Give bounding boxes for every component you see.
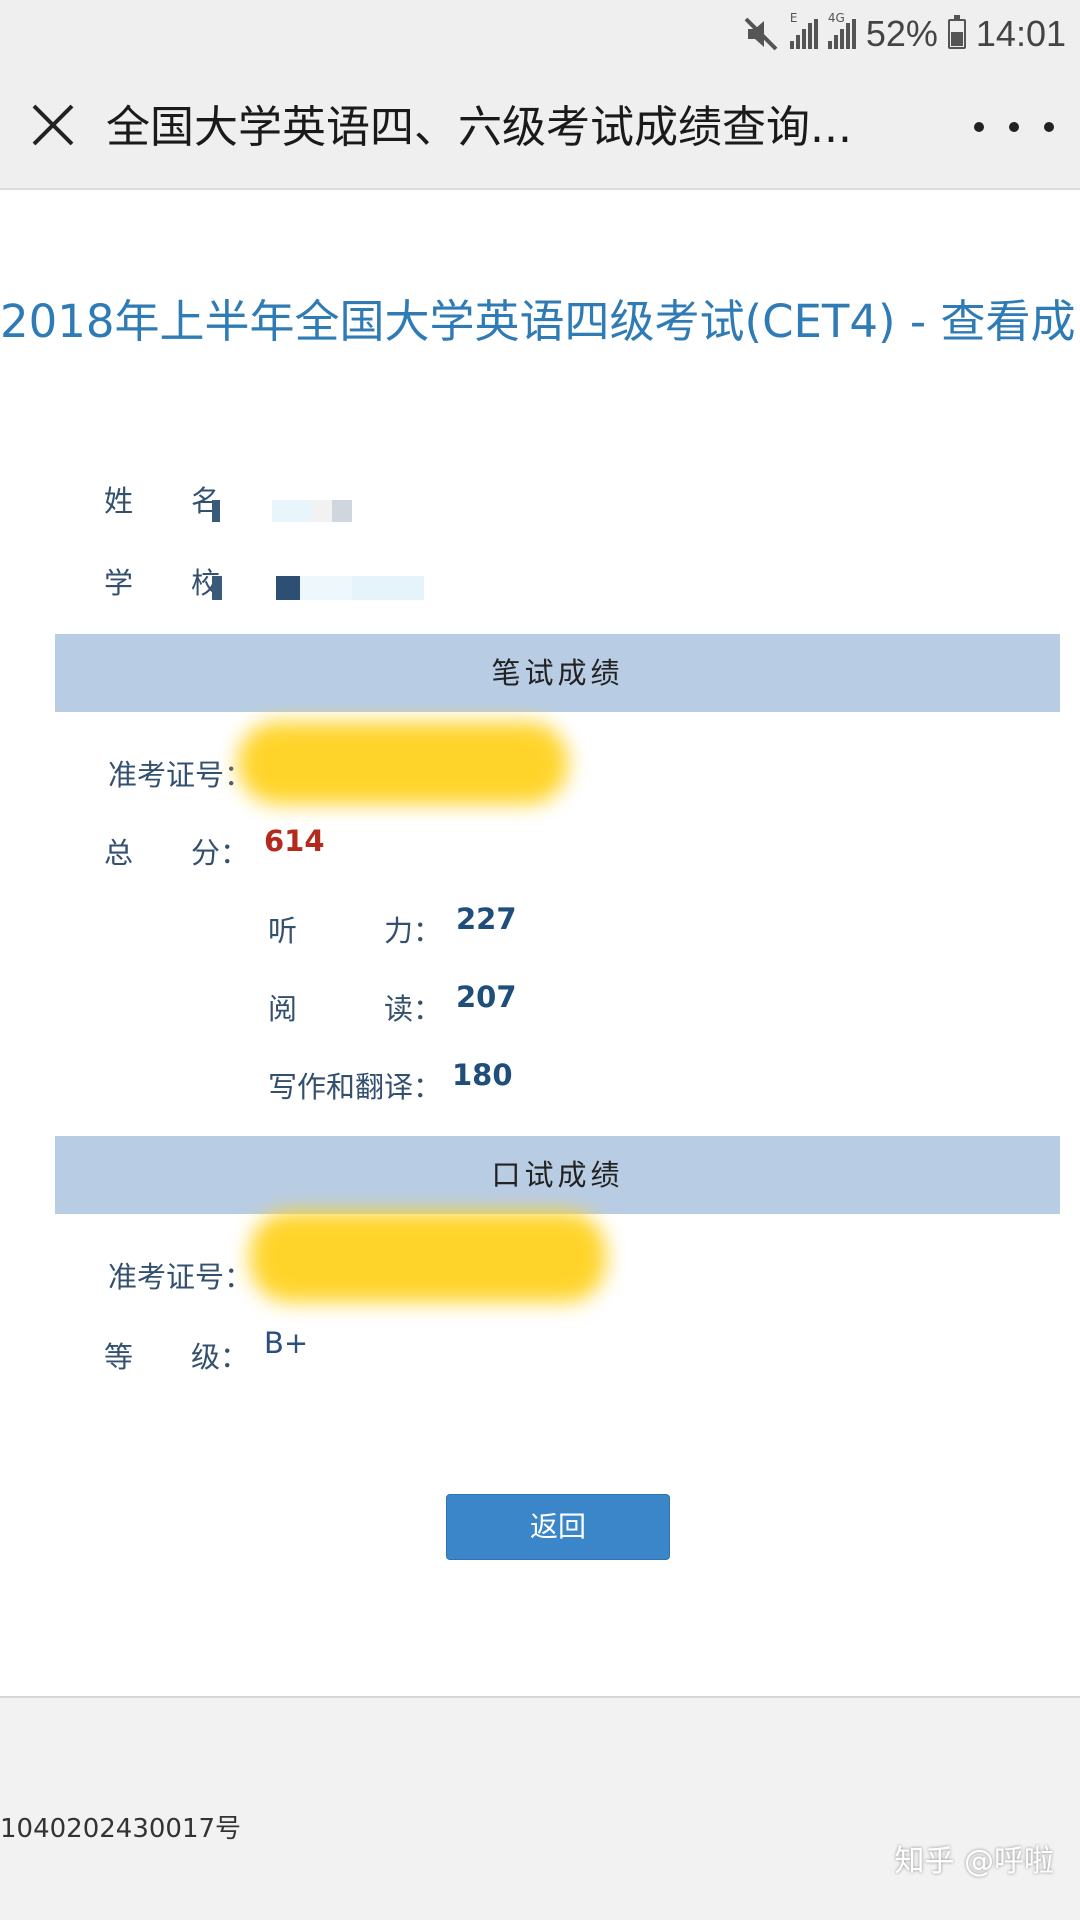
oral-ticket-label: 准考证号： xyxy=(108,1260,254,1294)
signal-icon: 4G xyxy=(827,11,856,49)
battery-icon xyxy=(947,15,966,49)
listening-score: 227 xyxy=(456,902,517,936)
page-title: 2018年上半年全国大学英语四级考试(CET4) - 查看成 xyxy=(0,295,1076,348)
ticket-highlight xyxy=(238,722,568,804)
school-redaction xyxy=(212,576,424,600)
status-bar: E 4G 52% 14:01 xyxy=(0,0,1080,68)
grade-label: 等 级： xyxy=(104,1340,250,1374)
writing-label: 写作和翻译： xyxy=(268,1070,443,1104)
network-type-label: E xyxy=(789,11,798,25)
footer-text: 1040202430017号 xyxy=(0,1814,242,1844)
watermark: 知乎 @呼啦 xyxy=(894,1844,1054,1879)
network-type-label: 4G xyxy=(827,11,845,25)
listening-label: 听 力： xyxy=(268,914,443,948)
ticket-highlight xyxy=(250,1212,606,1302)
written-ticket-label: 准考证号： xyxy=(108,758,254,792)
oral-grade: B+ xyxy=(264,1326,309,1360)
status-icons: E 4G 52% 14:01 xyxy=(742,8,1066,60)
back-button[interactable]: 返回 xyxy=(446,1494,670,1560)
written-section-header: 笔试成绩 xyxy=(55,634,1060,712)
battery-percent: 52% xyxy=(865,13,938,54)
clock: 14:01 xyxy=(975,13,1066,54)
nav-bar: 全国大学英语四、六级考试成绩查询... xyxy=(0,68,1080,190)
mute-icon xyxy=(742,15,780,53)
signal-icon: E xyxy=(789,11,818,49)
oral-section-header: 口试成绩 xyxy=(55,1136,1060,1214)
footer: 1040202430017号 知乎 @呼啦 xyxy=(0,1696,1080,1920)
total-label: 总 分： xyxy=(104,836,250,870)
more-icon[interactable] xyxy=(974,102,1054,152)
school-label: 学 校 xyxy=(104,566,221,600)
writing-score: 180 xyxy=(452,1058,513,1092)
reading-score: 207 xyxy=(456,980,517,1014)
name-redaction xyxy=(212,500,352,522)
nav-title: 全国大学英语四、六级考试成绩查询... xyxy=(106,102,852,153)
reading-label: 阅 读： xyxy=(268,992,443,1026)
close-icon[interactable] xyxy=(24,96,82,154)
total-score: 614 xyxy=(264,824,325,858)
name-label: 姓 名 xyxy=(104,484,221,518)
